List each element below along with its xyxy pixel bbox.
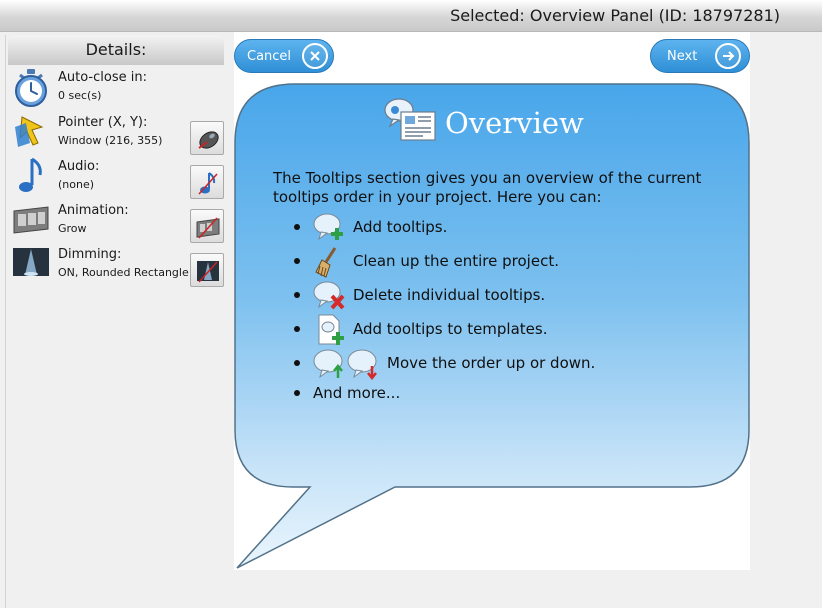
add-template-icon	[315, 314, 347, 350]
list-item: Move the order up or down.	[291, 348, 731, 381]
bullet-dot	[294, 360, 300, 366]
bullet-dot	[294, 224, 300, 230]
list-item-text: Add tooltips to templates.	[353, 320, 548, 338]
list-item-text: Clean up the entire project.	[353, 252, 559, 270]
cancel-button[interactable]: Cancel	[234, 39, 334, 73]
list-item: And more...	[291, 378, 731, 408]
broom-icon	[313, 246, 343, 282]
list-item: Delete individual tooltips.	[291, 280, 731, 310]
overview-intro: The Tooltips section gives you an overvi…	[273, 169, 702, 206]
bullet-dot	[294, 292, 300, 298]
close-icon	[302, 43, 328, 69]
overview-title: Overview	[445, 106, 584, 140]
bullet-dot	[294, 258, 300, 264]
next-button[interactable]: Next	[650, 39, 750, 73]
list-item: Clean up the entire project.	[291, 246, 731, 278]
list-item-text: And more...	[313, 384, 401, 402]
next-label: Next	[667, 49, 698, 64]
list-item-text: Delete individual tooltips.	[353, 286, 546, 304]
cancel-label: Cancel	[247, 49, 292, 64]
list-item: Add tooltips.	[291, 212, 731, 242]
add-tooltip-icon	[313, 212, 347, 246]
overview-document-icon	[383, 96, 441, 152]
overview-heading: Overview	[383, 96, 623, 146]
delete-tooltip-icon	[313, 280, 347, 314]
bullet-dot	[294, 390, 300, 396]
list-item: Add tooltips to templates.	[291, 314, 731, 345]
list-item-text: Add tooltips.	[353, 218, 448, 236]
arrow-right-icon	[715, 43, 741, 69]
bullet-dot	[294, 326, 300, 332]
list-item-text: Move the order up or down.	[387, 354, 596, 372]
